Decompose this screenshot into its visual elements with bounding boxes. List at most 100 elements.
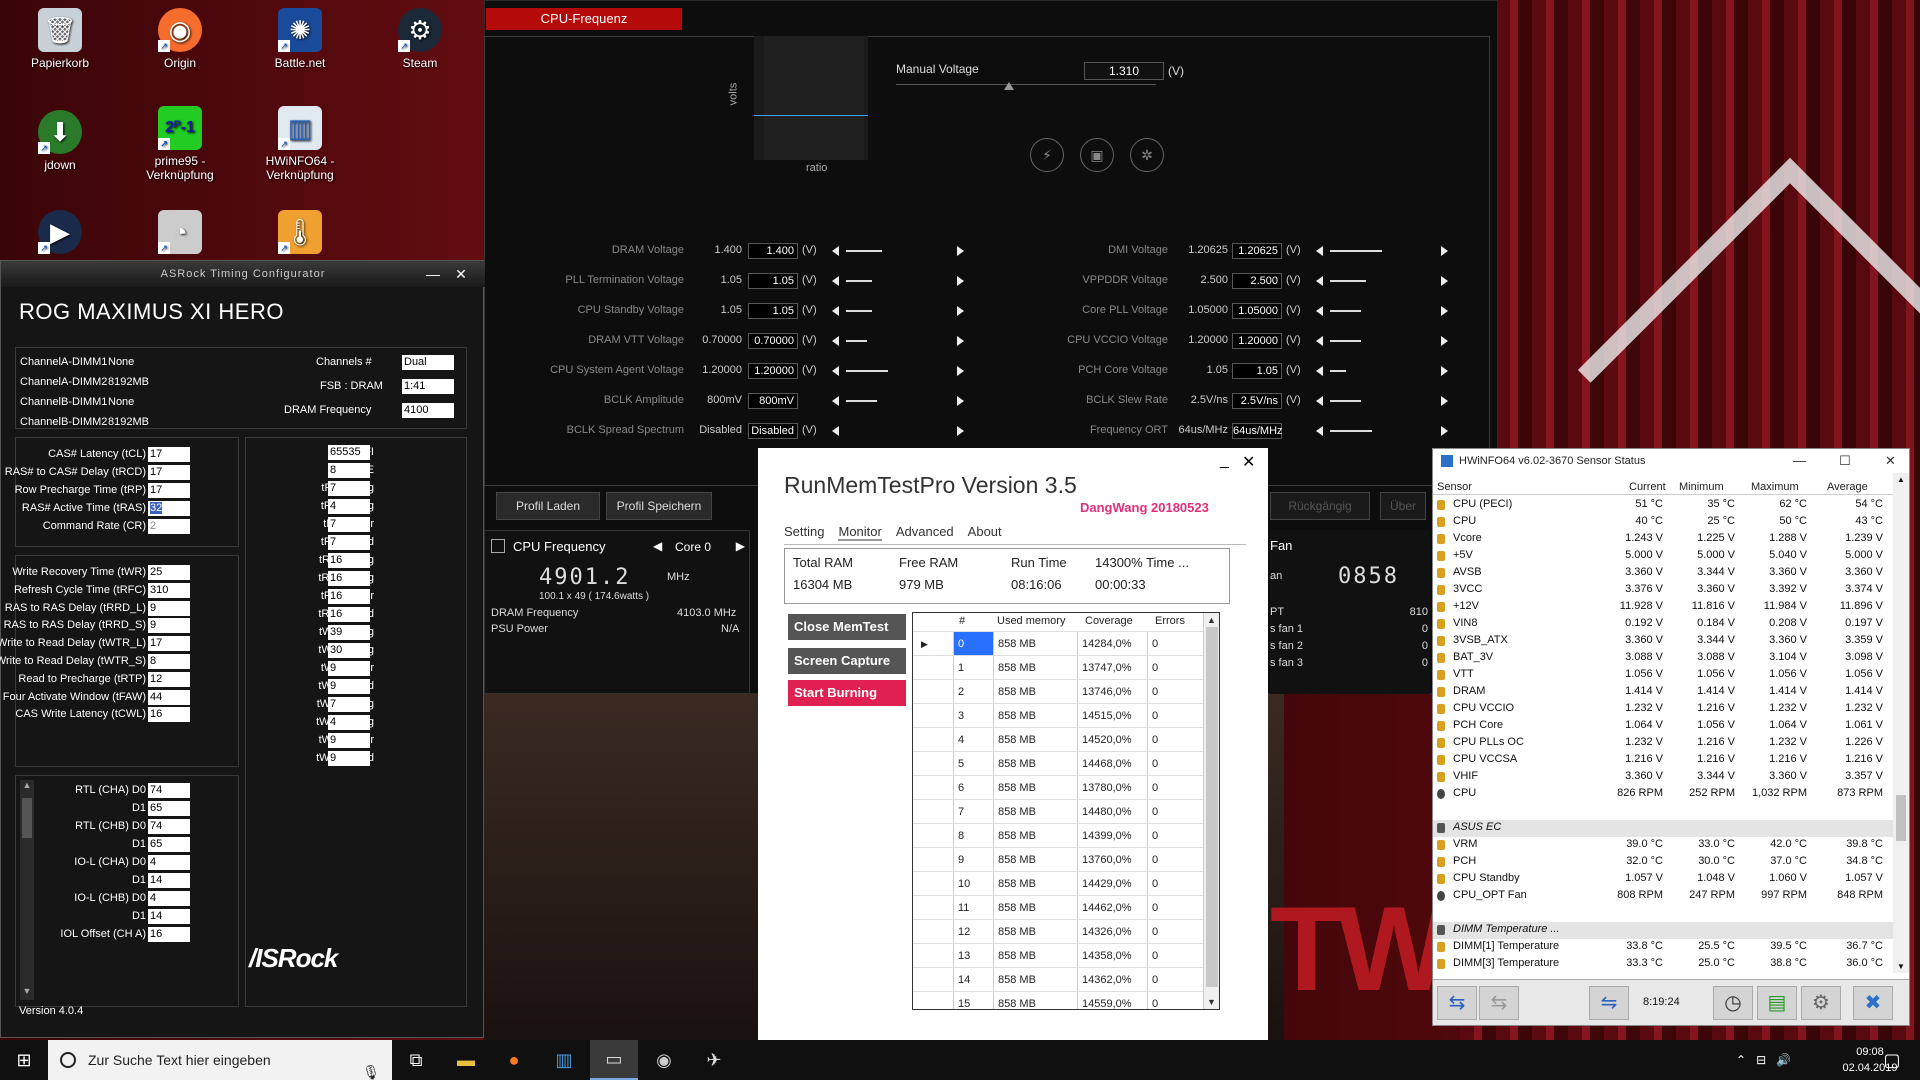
- timing-input[interactable]: 9: [328, 751, 370, 766]
- sensor-row[interactable]: BAT_3V 3.088 V 3.088 V 3.104 V 3.098 V: [1433, 650, 1893, 667]
- sensor-row[interactable]: VTT 1.056 V 1.056 V 1.056 V 1.056 V: [1433, 667, 1893, 684]
- timing-input[interactable]: 74: [148, 819, 190, 834]
- tab-monitor[interactable]: Monitor: [838, 524, 882, 541]
- thread-row[interactable]: 10 858 MB 14429,0% 0: [913, 871, 1205, 896]
- timing-input[interactable]: 4: [148, 891, 190, 906]
- timing-input[interactable]: 16: [328, 589, 370, 604]
- desktop-icon-origin[interactable]: ↗ ◉ Origin: [130, 8, 230, 70]
- timing-input[interactable]: 9: [328, 679, 370, 694]
- slider-right-arrow-icon[interactable]: [957, 306, 964, 316]
- tab-advanced[interactable]: Advanced: [896, 524, 954, 541]
- task-view-button[interactable]: ⧉: [392, 1040, 440, 1080]
- thread-row[interactable]: 6 858 MB 13780,0% 0: [913, 775, 1205, 800]
- sensor-row[interactable]: CPU 40 °C 25 °C 50 °C 43 °C: [1433, 514, 1893, 531]
- desktop-icon-recycle-bin[interactable]: 🗑 Papierkorb: [10, 8, 110, 70]
- fsb-field[interactable]: 1:41: [402, 379, 454, 394]
- timing-input[interactable]: 9: [148, 600, 190, 616]
- timing-input[interactable]: 4: [328, 499, 370, 514]
- sensor-row[interactable]: DRAM 1.414 V 1.414 V 1.414 V 1.414 V: [1433, 684, 1893, 701]
- thread-row[interactable]: 4 858 MB 14520,0% 0: [913, 727, 1205, 752]
- settings-button[interactable]: ⚙: [1801, 986, 1841, 1020]
- taskbar-firefox[interactable]: ●: [490, 1040, 538, 1080]
- thread-row[interactable]: 2 858 MB 13746,0% 0: [913, 679, 1205, 704]
- timing-input[interactable]: 74: [148, 783, 190, 798]
- slider-left-arrow-icon[interactable]: [832, 306, 839, 316]
- maximize-button[interactable]: ☐: [1839, 449, 1851, 473]
- header-minimum[interactable]: Minimum: [1679, 481, 1724, 493]
- left-voltage-slider[interactable]: [832, 243, 964, 259]
- timing-input[interactable]: 17: [148, 636, 190, 652]
- timing-input[interactable]: 39: [328, 625, 370, 640]
- minimize-button[interactable]: —: [1793, 449, 1806, 473]
- slider-left-arrow-icon[interactable]: [1316, 366, 1323, 376]
- desktop-icon-gauge[interactable]: ↗ ◔: [130, 210, 230, 258]
- close-button[interactable]: ✕: [451, 265, 471, 283]
- timing-input[interactable]: 16: [328, 571, 370, 586]
- mode-button-3[interactable]: ✲: [1130, 138, 1164, 172]
- thread-row[interactable]: 1 858 MB 13747,0% 0: [913, 655, 1205, 680]
- left-voltage-input[interactable]: Disabled: [748, 423, 798, 439]
- notifications-button[interactable]: ▢: [1868, 1040, 1916, 1080]
- timing-input[interactable]: 310: [148, 582, 190, 598]
- right-voltage-input[interactable]: 64us/MHz: [1232, 423, 1283, 439]
- desktop-icon-hwinfo[interactable]: ↗ ▥ HWiNFO64 - Verknüpfung: [250, 106, 350, 182]
- network-tray-icon[interactable]: ⊟: [1756, 1053, 1766, 1067]
- prev-core-icon[interactable]: ◀: [653, 539, 662, 553]
- slider-right-arrow-icon[interactable]: [1441, 396, 1448, 406]
- tray-expand-icon[interactable]: ⌃: [1736, 1053, 1746, 1067]
- thread-row[interactable]: 9 858 MB 13760,0% 0: [913, 847, 1205, 872]
- slider-right-arrow-icon[interactable]: [1441, 276, 1448, 286]
- taskbar-asrock[interactable]: ▭: [590, 1040, 638, 1080]
- microphone-icon[interactable]: 🎙: [362, 1052, 380, 1080]
- right-voltage-slider[interactable]: [1316, 333, 1448, 349]
- desktop-icon-battlenet[interactable]: ↗ ✺ Battle.net: [250, 8, 350, 70]
- left-voltage-input[interactable]: 1.400: [748, 243, 798, 259]
- sensor-row[interactable]: 3VCC 3.376 V 3.360 V 3.392 V 3.374 V: [1433, 582, 1893, 599]
- slider-left-arrow-icon[interactable]: [832, 336, 839, 346]
- header-sensor[interactable]: Sensor: [1437, 481, 1472, 493]
- sensor-row[interactable]: VRM 39.0 °C 33.0 °C 42.0 °C 39.8 °C: [1433, 837, 1893, 854]
- grid-scrollbar[interactable]: ▲ ▼: [1203, 613, 1219, 1009]
- left-voltage-slider[interactable]: [832, 363, 964, 379]
- manual-voltage-slider[interactable]: [896, 84, 1156, 85]
- timing-input[interactable]: 9: [328, 661, 370, 676]
- sensor-group-row[interactable]: DIMM Temperature ...: [1433, 922, 1893, 939]
- thread-row[interactable]: 12 858 MB 14326,0% 0: [913, 919, 1205, 944]
- scroll-thumb[interactable]: [1206, 627, 1218, 987]
- desktop-icon-thermometer[interactable]: ↗ 🌡: [250, 210, 350, 258]
- slider-left-arrow-icon[interactable]: [1316, 276, 1323, 286]
- sensor-row[interactable]: VHIF 3.360 V 3.344 V 3.360 V 3.357 V: [1433, 769, 1893, 786]
- slider-left-arrow-icon[interactable]: [832, 366, 839, 376]
- slider-left-arrow-icon[interactable]: [1316, 426, 1323, 436]
- timing-input[interactable]: 32: [148, 501, 190, 516]
- slider-right-arrow-icon[interactable]: [957, 426, 964, 436]
- sensor-group-row[interactable]: ASUS EC: [1433, 820, 1893, 837]
- right-voltage-slider[interactable]: [1316, 393, 1448, 409]
- taskbar-runmemtest[interactable]: ◉: [640, 1040, 688, 1080]
- sensor-row[interactable]: PCH Core 1.064 V 1.056 V 1.064 V 1.061 V: [1433, 718, 1893, 735]
- taskbar-explorer[interactable]: ▬: [442, 1040, 490, 1080]
- timing-input[interactable]: 7: [328, 535, 370, 550]
- slider-right-arrow-icon[interactable]: [957, 396, 964, 406]
- timing-input[interactable]: 8: [328, 463, 370, 478]
- right-voltage-input[interactable]: 1.05000: [1232, 303, 1282, 319]
- nav-back-button[interactable]: ⇆: [1437, 986, 1477, 1020]
- thread-row[interactable]: 5 858 MB 14468,0% 0: [913, 751, 1205, 776]
- timing-input[interactable]: 7: [328, 481, 370, 496]
- profile-save-button[interactable]: Profil Speichern: [606, 492, 712, 520]
- log-button[interactable]: ▤: [1757, 986, 1797, 1020]
- timing-input[interactable]: 30: [328, 643, 370, 658]
- manual-voltage-thumb[interactable]: [1004, 82, 1014, 90]
- sensor-row[interactable]: CPU PLLs OC 1.232 V 1.216 V 1.232 V 1.226 V: [1433, 735, 1893, 752]
- right-voltage-slider[interactable]: [1316, 243, 1448, 259]
- desktop-icon-player[interactable]: ↗ ▶: [10, 210, 110, 258]
- close-button[interactable]: ✕: [1242, 452, 1255, 472]
- scroll-down-icon[interactable]: ▼: [20, 986, 34, 1000]
- clock-button[interactable]: ◷: [1713, 986, 1753, 1020]
- taskbar-oc-tool[interactable]: ✈: [690, 1040, 738, 1080]
- left-voltage-slider[interactable]: [832, 273, 964, 289]
- tab-about[interactable]: About: [968, 524, 1002, 541]
- taskbar-hwinfo[interactable]: ▥: [540, 1040, 588, 1080]
- left-voltage-input[interactable]: 800mV: [748, 393, 798, 409]
- right-voltage-slider[interactable]: [1316, 363, 1448, 379]
